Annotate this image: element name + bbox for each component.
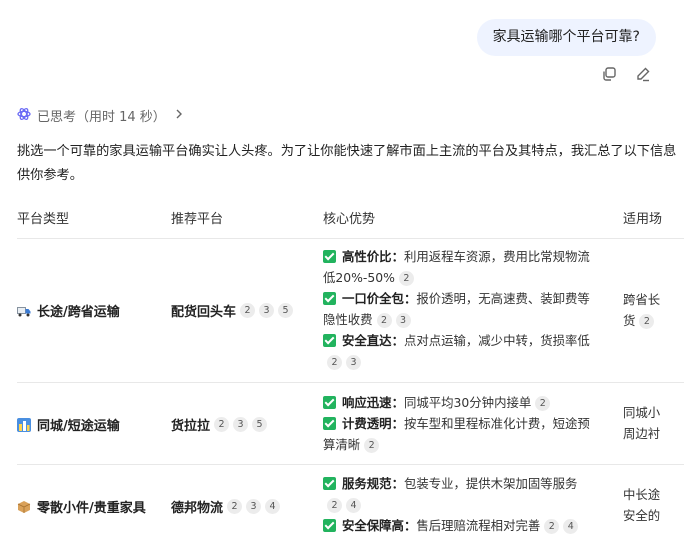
- citation-badge[interactable]: 2: [214, 417, 230, 432]
- row-advantages: 响应迅速：同城平均30分钟内接单 2 计费透明：按车型和里程标准化计费，短途预算清…: [323, 392, 595, 455]
- user-message-text: 家具运输哪个平台可靠?: [492, 29, 640, 45]
- table-header: 平台类型 推荐平台 核心优势 适用场: [17, 198, 684, 239]
- row-category: 长途/跨省运输: [17, 301, 120, 320]
- scenario-text: 跨省长: [623, 292, 661, 307]
- copy-icon[interactable]: [600, 65, 618, 83]
- advantage-desc: 同城平均30分钟内接单: [403, 395, 532, 410]
- thinking-icon: [17, 107, 31, 125]
- thought-toggle[interactable]: 已思考（用时 14 秒）: [17, 106, 186, 125]
- header-platform: 推荐平台: [171, 212, 224, 227]
- advantage-title: 高性价比: [342, 249, 392, 264]
- row-category: 同城/短途运输: [17, 415, 120, 434]
- advantage-desc: 包装专业，提供木架加固等服务: [403, 476, 578, 491]
- check-icon: [323, 417, 336, 430]
- citation-badge[interactable]: 3: [395, 313, 411, 328]
- advantage-item: 一口价全包：报价透明，无高速费、装卸费等隐性收费 2 3: [323, 291, 590, 328]
- category-label: 长途/跨省运输: [37, 305, 120, 320]
- citation-badge[interactable]: 2: [376, 313, 392, 328]
- citation-badge[interactable]: 2: [639, 314, 655, 329]
- row-category: 零散小件/贵重家具: [17, 497, 146, 516]
- category-label: 同城/短途运输: [37, 419, 120, 434]
- row-advantages: 服务规范：包装专业，提供木架加固等服务2 4 安全保障高：售后理赔流程相对完善 2 4: [323, 473, 595, 536]
- advantage-item: 响应迅速：同城平均30分钟内接单 2: [323, 392, 595, 413]
- citation-badge[interactable]: 3: [233, 417, 249, 432]
- header-category: 平台类型: [17, 212, 70, 227]
- citation-badge[interactable]: 3: [346, 355, 361, 370]
- check-icon: [323, 396, 336, 409]
- citation-badge[interactable]: 5: [278, 303, 294, 318]
- citation-badge[interactable]: 3: [259, 303, 275, 318]
- platform-label: 德邦物流: [171, 501, 224, 516]
- category-label: 零散小件/贵重家具: [37, 501, 146, 516]
- package-icon: [17, 500, 31, 514]
- advantage-title: 计费透明: [342, 416, 392, 431]
- citation-badge[interactable]: 3: [246, 499, 262, 514]
- row-scenario: 中长途 安全的: [623, 484, 683, 526]
- check-icon: [323, 519, 336, 532]
- header-scenario: 适用场: [623, 212, 663, 227]
- table-row: 长途/跨省运输 配货回头车 2 3 5 高性价比：利用返程车资源，费用比常规物流…: [17, 239, 684, 383]
- row-advantages: 高性价比：利用返程车资源，费用比常规物流低20%-50% 2 一口价全包：报价透明…: [323, 246, 595, 372]
- table-row: 零散小件/贵重家具 德邦物流 2 3 4 服务规范：包装专业，提供木架加固等服务…: [17, 465, 684, 547]
- scenario-text: 货: [623, 313, 636, 328]
- advantage-item: 高性价比：利用返程车资源，费用比常规物流低20%-50% 2: [323, 249, 590, 286]
- check-icon: [323, 477, 336, 490]
- citation-badge[interactable]: 2: [364, 438, 380, 453]
- header-advantages: 核心优势: [323, 212, 376, 227]
- citation-badge[interactable]: 2: [398, 271, 414, 286]
- platform-label: 配货回头车: [171, 305, 237, 320]
- advantage-title: 安全保障高: [342, 518, 404, 533]
- advantage-title: 一口价全包: [342, 291, 404, 306]
- citation-badge[interactable]: 2: [327, 355, 342, 370]
- city-icon: [17, 417, 31, 432]
- citation-badge[interactable]: 5: [252, 417, 268, 432]
- row-platform: 货拉拉 2 3 5: [171, 415, 268, 434]
- row-scenario: 同城小 周边衬: [623, 402, 683, 444]
- citation-badge[interactable]: 2: [544, 519, 560, 534]
- citation-badge[interactable]: 2: [327, 498, 342, 513]
- edit-icon[interactable]: [634, 65, 652, 83]
- advantage-desc: 售后理赔流程相对完善: [416, 518, 541, 533]
- citation-badge[interactable]: 2: [535, 396, 551, 411]
- advantage-title: 服务规范: [342, 476, 392, 491]
- chevron-right-icon: [172, 107, 186, 125]
- citation-badge[interactable]: 4: [563, 519, 579, 534]
- row-platform: 配货回头车 2 3 5: [171, 301, 294, 320]
- row-platform: 德邦物流 2 3 4: [171, 497, 281, 516]
- user-message-bubble: 家具运输哪个平台可靠?: [476, 19, 656, 56]
- platform-label: 货拉拉: [171, 419, 211, 434]
- advantage-title: 响应迅速: [342, 395, 392, 410]
- truck-icon: [17, 304, 31, 318]
- advantage-item: 安全保障高：售后理赔流程相对完善 2 4: [323, 515, 595, 536]
- advantage-title: 安全直达: [342, 333, 392, 348]
- advantage-desc: 点对点运输，减少中转，货损率低: [403, 333, 590, 348]
- check-icon: [323, 292, 336, 305]
- check-icon: [323, 250, 336, 263]
- platform-comparison-table: 平台类型 推荐平台 核心优势 适用场 长途/跨省运输 配货回头车 2 3 5 高…: [17, 198, 684, 547]
- scenario-text: 安全的: [623, 508, 661, 523]
- message-actions: [600, 65, 652, 83]
- scenario-text: 中长途: [623, 487, 661, 502]
- scenario-text: 同城小: [623, 405, 661, 420]
- advantage-item: 安全直达：点对点运输，减少中转，货损率低2 3: [323, 330, 595, 372]
- citation-badge[interactable]: 2: [240, 303, 256, 318]
- advantage-item: 服务规范：包装专业，提供木架加固等服务2 4: [323, 473, 595, 515]
- citation-badge[interactable]: 2: [227, 499, 243, 514]
- advantage-item: 计费透明：按车型和里程标准化计费，短途预算清晰 2: [323, 416, 590, 453]
- citation-badge[interactable]: 4: [265, 499, 281, 514]
- check-icon: [323, 334, 336, 347]
- intro-paragraph: 挑选一个可靠的家具运输平台确实让人头疼。为了让你能快速了解市面上主流的平台及其特…: [17, 144, 677, 183]
- scenario-text: 周边衬: [623, 426, 661, 441]
- row-scenario: 跨省长 货2: [623, 289, 683, 331]
- thought-label: 已思考（用时 14 秒）: [37, 110, 166, 125]
- citation-badge[interactable]: 4: [346, 498, 361, 513]
- table-row: 同城/短途运输 货拉拉 2 3 5 响应迅速：同城平均30分钟内接单 2 计费透明…: [17, 383, 684, 465]
